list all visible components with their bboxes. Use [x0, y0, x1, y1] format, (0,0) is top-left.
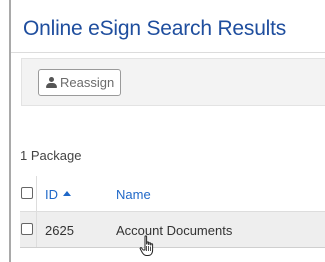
toolbar: Reassign [21, 58, 325, 106]
row-select-checkbox[interactable] [21, 223, 33, 235]
column-header-id[interactable]: ID [45, 187, 71, 202]
column-header-name[interactable]: Name [116, 187, 151, 202]
column-divider [36, 176, 37, 211]
results-table: ID Name 2625 Account Documents [20, 176, 325, 248]
reassign-button[interactable]: Reassign [38, 69, 122, 96]
title-divider [11, 52, 325, 53]
row-id-cell: 2625 [45, 223, 74, 238]
column-header-id-label: ID [45, 187, 58, 202]
search-results-panel: Online eSign Search Results Reassign 1 P… [9, 0, 325, 262]
reassign-button-label: Reassign [60, 75, 115, 90]
table-row[interactable]: 2625 Account Documents [20, 212, 325, 248]
select-all-checkbox[interactable] [21, 187, 33, 199]
person-icon [46, 77, 57, 88]
table-header-row: ID Name [20, 176, 325, 212]
row-name-cell[interactable]: Account Documents [116, 223, 232, 238]
hand-pointer-cursor-icon [139, 235, 154, 256]
package-count: 1 Package [20, 148, 82, 163]
sort-ascending-icon [63, 191, 71, 196]
page-title: Online eSign Search Results [23, 17, 287, 40]
column-divider [36, 212, 37, 247]
